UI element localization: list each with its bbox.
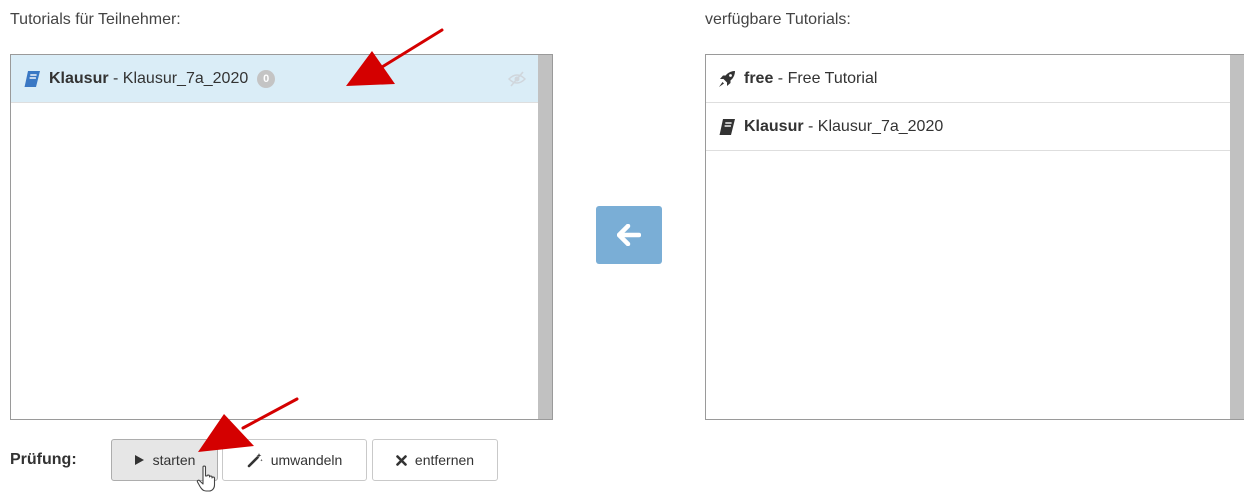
tutorial-description: Free Tutorial	[787, 69, 878, 87]
book-icon	[23, 70, 41, 88]
exam-label: Prüfung:	[10, 451, 77, 468]
tutorial-name: Klausur	[49, 69, 109, 87]
tutorial-description: Klausur_7a_2020	[817, 117, 944, 135]
participant-tutorials-title: Tutorials für Teilnehmer:	[10, 11, 181, 28]
participant-count-badge: 0	[257, 69, 276, 88]
tutorial-separator: -	[803, 117, 818, 135]
convert-button-label: umwandeln	[270, 452, 343, 468]
available-tutorials-list[interactable]: free - Free Tutorial Klausur - Klausur_7…	[705, 54, 1244, 420]
magic-wand-icon	[247, 452, 263, 468]
move-to-participants-button[interactable]	[596, 206, 662, 264]
eye-slash-icon[interactable]	[507, 70, 527, 88]
tutorial-separator: -	[773, 69, 788, 87]
remove-exam-button[interactable]: entfernen	[372, 439, 498, 481]
available-tutorial-item-klausur[interactable]: Klausur - Klausur_7a_2020	[706, 103, 1230, 151]
left-list-scrollbar[interactable]	[538, 55, 552, 419]
rocket-icon	[718, 70, 736, 88]
play-icon	[134, 454, 145, 466]
participant-tutorials-list[interactable]: Klausur - Klausur_7a_2020 0	[10, 54, 553, 420]
start-button-label: starten	[152, 452, 196, 468]
times-icon	[396, 454, 407, 466]
arrow-left-icon	[617, 224, 641, 246]
convert-exam-button[interactable]: umwandeln	[222, 439, 367, 481]
participant-tutorial-item-klausur[interactable]: Klausur - Klausur_7a_2020 0	[11, 55, 538, 103]
start-exam-button[interactable]: starten	[111, 439, 218, 481]
tutorial-separator: -	[108, 69, 123, 87]
tutorial-name: free	[744, 69, 774, 87]
tutorial-name: Klausur	[744, 117, 804, 135]
remove-button-label: entfernen	[414, 452, 475, 468]
tutorial-description: Klausur_7a_2020	[122, 69, 249, 87]
available-tutorials-title: verfügbare Tutorials:	[705, 11, 851, 28]
right-list-scrollbar[interactable]	[1230, 55, 1244, 419]
available-tutorial-item-free[interactable]: free - Free Tutorial	[706, 55, 1230, 103]
book-icon	[718, 118, 736, 136]
